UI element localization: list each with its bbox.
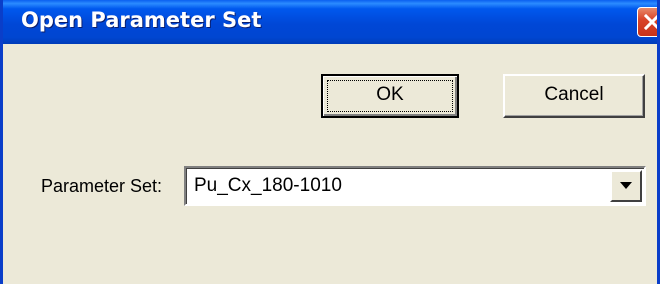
ok-button[interactable]: OK xyxy=(321,74,459,118)
cancel-button[interactable]: Cancel xyxy=(503,74,645,118)
close-button[interactable] xyxy=(637,7,657,37)
title-bar[interactable]: Open Parameter Set xyxy=(3,0,657,44)
close-icon xyxy=(644,14,657,30)
ok-button-label: OK xyxy=(376,84,404,105)
cancel-button-label: Cancel xyxy=(544,84,604,105)
parameter-set-selected-value: Pu_Cx_180-1010 xyxy=(194,175,342,196)
parameter-set-label: Parameter Set: xyxy=(41,176,163,196)
dropdown-arrow-button[interactable] xyxy=(610,170,642,202)
chevron-down-icon xyxy=(620,182,632,189)
parameter-set-dropdown[interactable]: Pu_Cx_180-1010 xyxy=(184,166,646,206)
open-parameter-set-dialog: Open Parameter Set OK Cancel Parameter S… xyxy=(0,0,660,284)
dialog-title: Open Parameter Set xyxy=(21,8,262,32)
